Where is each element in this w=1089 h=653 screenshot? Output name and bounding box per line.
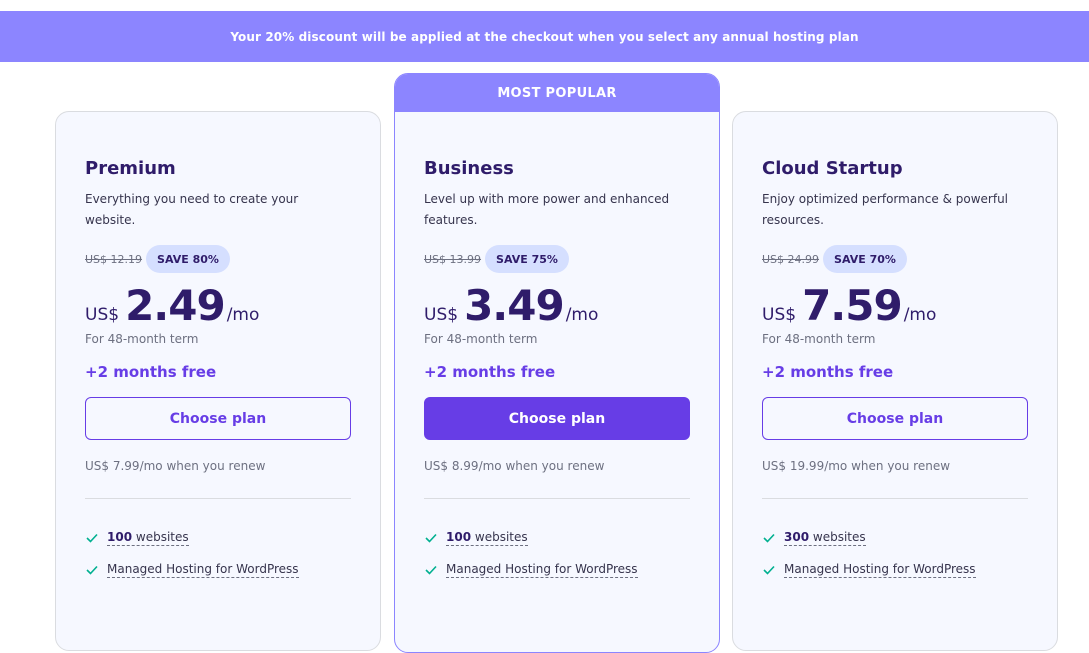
feature-label: websites [809, 530, 866, 544]
check-icon [424, 563, 438, 577]
price: US$ 7.59 /mo [762, 281, 1028, 330]
feature-label: websites [132, 530, 189, 544]
plan-description: Level up with more power and enhanced fe… [424, 192, 670, 227]
choose-plan-button-premium[interactable]: Choose plan [85, 397, 351, 440]
feature-item: Managed Hosting for WordPress [424, 554, 690, 586]
check-icon [762, 531, 776, 545]
renew-price: US$ 7.99/mo when you renew [85, 459, 266, 473]
price-period: /mo [903, 305, 937, 325]
feature-count: 300 [784, 530, 810, 544]
feature-item: Managed Hosting for WordPress [762, 554, 1028, 586]
choose-plan-button-business[interactable]: Choose plan [424, 397, 690, 440]
plan-description: Everything you need to create your websi… [85, 192, 299, 227]
plan-description: Enjoy optimized performance & powerful r… [762, 192, 1009, 227]
price-term: For 48-month term [85, 332, 199, 346]
discount-banner: Your 20% discount will be applied at the… [0, 11, 1089, 62]
check-icon [424, 531, 438, 545]
feature-item: 100 websites [85, 522, 351, 554]
plan-card-business: MOST POPULAR Business Level up with more… [394, 73, 720, 653]
renew-price: US$ 19.99/mo when you renew [762, 459, 951, 473]
feature-websites[interactable]: 100 websites [107, 530, 189, 546]
plan-name: Business [424, 158, 514, 179]
price-currency: US$ [424, 305, 459, 325]
divider [85, 498, 351, 499]
feature-item: 100 websites [424, 522, 690, 554]
feature-managed-wordpress[interactable]: Managed Hosting for WordPress [107, 562, 299, 578]
price-term: For 48-month term [762, 332, 876, 346]
feature-label: websites [471, 530, 528, 544]
price: US$ 3.49 /mo [424, 281, 690, 330]
feature-list: 100 websites Managed Hosting for WordPre… [85, 522, 351, 586]
feature-count: 100 [107, 530, 133, 544]
feature-managed-wordpress[interactable]: Managed Hosting for WordPress [446, 562, 638, 578]
save-badge: SAVE 75% [485, 245, 569, 273]
plan-card-cloud-startup: Cloud Startup Enjoy optimized performanc… [732, 111, 1058, 651]
choose-plan-button-cloud-startup[interactable]: Choose plan [762, 397, 1028, 440]
renew-price: US$ 8.99/mo when you renew [424, 459, 605, 473]
price-currency: US$ [762, 305, 797, 325]
feature-item: Managed Hosting for WordPress [85, 554, 351, 586]
price-currency: US$ [85, 305, 120, 325]
divider [424, 498, 690, 499]
bonus-months: +2 months free [85, 363, 217, 381]
plan-name: Premium [85, 158, 176, 179]
bonus-months: +2 months free [762, 363, 894, 381]
price: US$ 2.49 /mo [85, 281, 351, 330]
old-price: US$ 13.99 [424, 252, 482, 266]
save-badge: SAVE 70% [823, 245, 907, 273]
price-amount: 3.49 [464, 281, 565, 330]
plan-card-premium: Premium Everything you need to create yo… [55, 111, 381, 651]
price-amount: 2.49 [125, 281, 226, 330]
feature-managed-wordpress[interactable]: Managed Hosting for WordPress [784, 562, 976, 578]
most-popular-badge: MOST POPULAR [395, 74, 719, 112]
bonus-months: +2 months free [424, 363, 556, 381]
price-period: /mo [226, 305, 260, 325]
feature-websites[interactable]: 300 websites [784, 530, 866, 546]
feature-list: 300 websites Managed Hosting for WordPre… [762, 522, 1028, 586]
plan-name: Cloud Startup [762, 158, 903, 179]
feature-count: 100 [446, 530, 472, 544]
divider [762, 498, 1028, 499]
price-period: /mo [565, 305, 599, 325]
save-badge: SAVE 80% [146, 245, 230, 273]
feature-list: 100 websites Managed Hosting for WordPre… [424, 522, 690, 586]
discount-banner-text: Your 20% discount will be applied at the… [230, 29, 859, 44]
price-term: For 48-month term [424, 332, 538, 346]
feature-item: 300 websites [762, 522, 1028, 554]
price-amount: 7.59 [802, 281, 903, 330]
feature-websites[interactable]: 100 websites [446, 530, 528, 546]
old-price: US$ 24.99 [762, 252, 820, 266]
old-price: US$ 12.19 [85, 252, 143, 266]
check-icon [85, 531, 99, 545]
check-icon [762, 563, 776, 577]
check-icon [85, 563, 99, 577]
